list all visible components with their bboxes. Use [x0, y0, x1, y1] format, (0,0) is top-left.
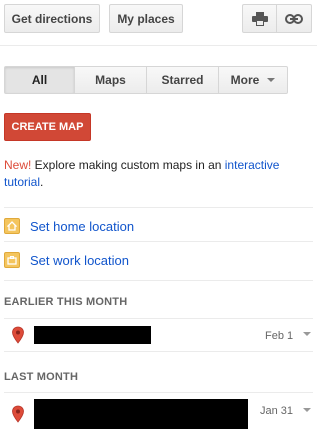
briefcase-icon: [4, 252, 20, 268]
create-map-button[interactable]: CREATE MAP: [4, 113, 91, 141]
tab-more[interactable]: More: [219, 66, 288, 94]
map-pin-icon: [12, 405, 24, 423]
divider: [4, 351, 313, 352]
list-item[interactable]: Feb 1: [4, 320, 313, 350]
redacted-place-name: [34, 326, 151, 344]
link-button[interactable]: [277, 4, 312, 33]
place-date: Feb 1: [265, 330, 294, 342]
place-date: Jan 31: [260, 405, 294, 417]
share-tools: [242, 4, 312, 33]
set-work-location-row[interactable]: Set work location: [4, 250, 310, 270]
map-pin-icon: [12, 326, 24, 344]
set-work-location-link[interactable]: Set work location: [30, 253, 129, 268]
tab-starred[interactable]: Starred: [147, 66, 219, 94]
chevron-down-icon[interactable]: [303, 332, 311, 336]
section-header-last-month: LAST MONTH: [4, 371, 79, 383]
section-header-earlier: EARLIER THIS MONTH: [4, 296, 128, 308]
new-badge: New!: [4, 158, 32, 172]
promo-end: .: [40, 175, 44, 189]
tab-more-label: More: [230, 73, 260, 87]
divider: [4, 207, 313, 208]
divider: [4, 392, 313, 393]
link-icon: [285, 13, 303, 24]
filter-tabs: All Maps Starred More: [4, 66, 288, 94]
print-button[interactable]: [242, 4, 277, 33]
top-toolbar: Get directions My places: [0, 0, 317, 46]
my-places-button[interactable]: My places: [109, 4, 183, 33]
divider: [4, 241, 313, 242]
tab-maps[interactable]: Maps: [75, 66, 147, 94]
list-item[interactable]: Jan 31: [4, 396, 313, 432]
chevron-down-icon: [267, 78, 276, 82]
tab-all[interactable]: All: [4, 66, 75, 94]
redacted-place-name: [34, 399, 248, 429]
promo-text: Explore making custom maps in an: [31, 158, 225, 172]
divider: [4, 318, 313, 319]
promo-message: New! Explore making custom maps in an in…: [4, 157, 310, 191]
printer-icon: [251, 11, 268, 26]
home-icon: [4, 218, 20, 234]
set-home-location-link[interactable]: Set home location: [30, 219, 134, 234]
get-directions-button[interactable]: Get directions: [4, 4, 100, 33]
my-places-panel: Get directions My places All Maps Starre…: [0, 0, 317, 436]
chevron-down-icon[interactable]: [303, 408, 311, 412]
divider: [4, 280, 313, 281]
set-home-location-row[interactable]: Set home location: [4, 216, 310, 236]
